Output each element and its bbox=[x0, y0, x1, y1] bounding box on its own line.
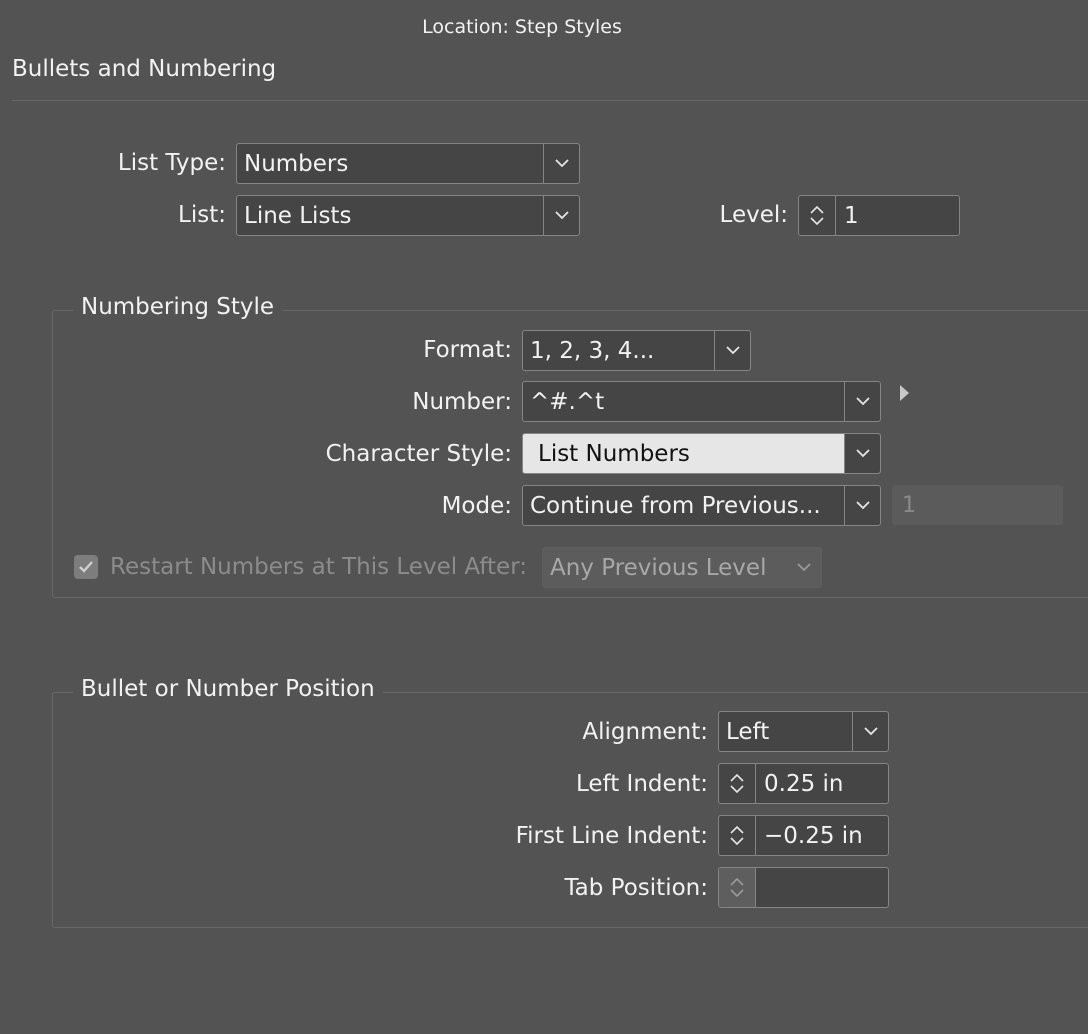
level-value: 1 bbox=[844, 202, 859, 229]
check-icon bbox=[79, 561, 93, 573]
chevron-down-icon[interactable] bbox=[543, 144, 579, 183]
tab-position-label: Tab Position: bbox=[564, 875, 708, 901]
left-indent-label: Left Indent: bbox=[575, 771, 708, 797]
section-title: Bullets and Numbering bbox=[12, 56, 277, 82]
chevron-down-icon[interactable] bbox=[844, 434, 880, 473]
alignment-dropdown[interactable]: Left bbox=[718, 711, 889, 752]
character-style-value: List Numbers bbox=[538, 440, 690, 467]
number-label: Number: bbox=[412, 389, 512, 415]
number-value: ^#.^t bbox=[530, 388, 605, 415]
left-indent-stepper[interactable]: 0.25 in bbox=[718, 763, 889, 804]
mode-label: Mode: bbox=[441, 493, 512, 519]
level-stepper[interactable]: 1 bbox=[798, 195, 960, 236]
first-line-indent-stepper[interactable]: −0.25 in bbox=[718, 815, 889, 856]
chevron-down-icon[interactable] bbox=[844, 382, 880, 421]
mode-value: Continue from Previous... bbox=[530, 492, 821, 519]
restart-after-dropdown: Any Previous Level bbox=[542, 547, 822, 588]
alignment-value: Left bbox=[726, 718, 770, 745]
first-line-indent-value: −0.25 in bbox=[764, 822, 863, 849]
mode-start-field: 1 bbox=[892, 485, 1063, 525]
chevron-down-icon[interactable] bbox=[852, 712, 888, 751]
stepper-icon bbox=[719, 868, 756, 907]
list-label: List: bbox=[178, 202, 226, 228]
mode-dropdown[interactable]: Continue from Previous... bbox=[522, 485, 881, 526]
stepper-icon[interactable] bbox=[799, 196, 836, 235]
position-title: Bullet or Number Position bbox=[73, 676, 383, 702]
restart-numbers-label: Restart Numbers at This Level After: bbox=[110, 554, 527, 580]
chevron-down-icon[interactable] bbox=[543, 196, 579, 235]
alignment-label: Alignment: bbox=[582, 719, 708, 745]
level-label: Level: bbox=[719, 202, 788, 228]
chevron-down-icon[interactable] bbox=[844, 486, 880, 525]
stepper-icon[interactable] bbox=[719, 816, 756, 855]
list-type-dropdown[interactable]: Numbers bbox=[236, 143, 580, 184]
flyout-arrow-icon[interactable] bbox=[900, 385, 909, 401]
tab-position-stepper[interactable] bbox=[718, 867, 889, 908]
stepper-icon[interactable] bbox=[719, 764, 756, 803]
mode-start-value: 1 bbox=[902, 492, 916, 518]
format-label: Format: bbox=[423, 337, 512, 363]
numbering-style-title: Numbering Style bbox=[73, 294, 283, 320]
list-type-label: List Type: bbox=[117, 150, 226, 176]
format-value: 1, 2, 3, 4... bbox=[530, 337, 655, 364]
restart-numbers-checkbox[interactable] bbox=[74, 555, 98, 579]
first-line-indent-label: First Line Indent: bbox=[515, 823, 708, 849]
list-value: Line Lists bbox=[244, 202, 352, 229]
chevron-down-icon[interactable] bbox=[714, 331, 750, 370]
character-style-label: Character Style: bbox=[325, 441, 512, 467]
chevron-down-icon bbox=[786, 548, 821, 587]
location-label: Location: Step Styles bbox=[422, 16, 622, 38]
format-dropdown[interactable]: 1, 2, 3, 4... bbox=[522, 330, 751, 371]
list-dropdown[interactable]: Line Lists bbox=[236, 195, 580, 236]
number-field[interactable]: ^#.^t bbox=[522, 381, 881, 422]
restart-after-value: Any Previous Level bbox=[550, 554, 767, 581]
character-style-dropdown[interactable]: List Numbers bbox=[522, 433, 881, 474]
list-type-value: Numbers bbox=[244, 150, 349, 177]
divider bbox=[12, 100, 1088, 101]
left-indent-value: 0.25 in bbox=[764, 770, 844, 797]
